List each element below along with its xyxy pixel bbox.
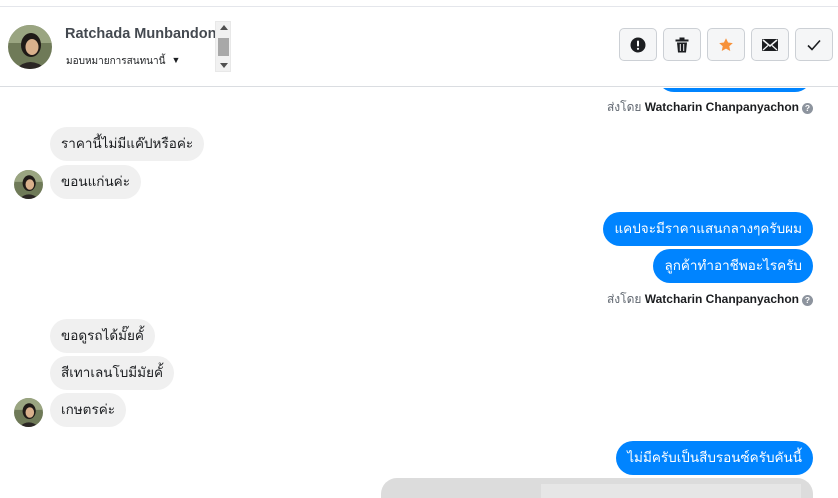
contact-avatar-small [14,170,43,199]
conversation-actions [619,28,833,61]
outgoing-message[interactable]: ไม่มีครับเป็นสีบรอนซ์ครับคันนี้ [616,441,813,475]
outgoing-message[interactable]: แคปจะมีราคาแสนกลางๆครับผม [603,212,813,246]
delete-button[interactable] [663,28,701,61]
incoming-message[interactable]: สีเทาเลนโบมีมัยคั้ [50,356,175,390]
caret-down-icon: ▼ [171,55,181,65]
mark-unread-button[interactable] [751,28,789,61]
sent-by-label: ส่งโดย Watcharin Chanpanyachon? [607,98,813,117]
scroll-up-arrow-icon[interactable] [220,25,228,30]
scroll-down-arrow-icon[interactable] [220,63,228,68]
sent-by-prefix: ส่งโดย [606,100,642,114]
incoming-message[interactable]: ขอดูรถได้มั๊ยคั้ [50,319,155,353]
star-icon [719,37,733,51]
sent-by-label: ส่งโดย Watcharin Chanpanyachon? [607,290,813,309]
incoming-message[interactable]: ราคานี้ไม่มีแค๊ปหรือค่ะ [50,127,205,161]
sent-by-agent: Watcharin Chanpanyachon [644,100,799,114]
header-scrollbar[interactable] [215,21,231,72]
scroll-thumb[interactable] [218,38,229,56]
help-icon[interactable]: ? [802,103,813,114]
assign-label: มอบหมายการสนทนานี้ [66,56,166,67]
outgoing-message[interactable]: ลูกค้าทำอาชีพอะไรครับ [653,249,813,283]
exclamation-icon [630,37,646,52]
incoming-message[interactable]: ขอนแก่นค่ะ [50,165,141,199]
star-button[interactable] [707,28,745,61]
conversation-header: Ratchada Munbandong มอบหมายการสนทนานี้ ▼ [0,7,838,87]
contact-avatar-small [14,398,43,427]
outgoing-bubble-cut [657,88,812,92]
message-thread[interactable]: ส่งโดย Watcharin Chanpanyachon? ราคานี้ไ… [0,88,838,498]
image-attachment-content [541,484,801,498]
trash-icon [675,37,689,52]
mark-done-button[interactable] [795,28,833,61]
assign-conversation-dropdown[interactable]: มอบหมายการสนทนานี้ ▼ [66,54,180,69]
contact-name: Ratchada Munbandong [65,26,226,42]
envelope-icon [762,38,778,51]
help-icon[interactable]: ? [802,295,813,306]
sent-by-agent: Watcharin Chanpanyachon [644,292,799,306]
sent-by-prefix: ส่งโดย [606,292,642,306]
contact-avatar[interactable] [8,25,52,69]
check-icon [807,39,821,51]
mark-spam-button[interactable] [619,28,657,61]
incoming-message[interactable]: เกษตรค่ะ [50,393,126,427]
image-attachment[interactable] [381,478,813,498]
